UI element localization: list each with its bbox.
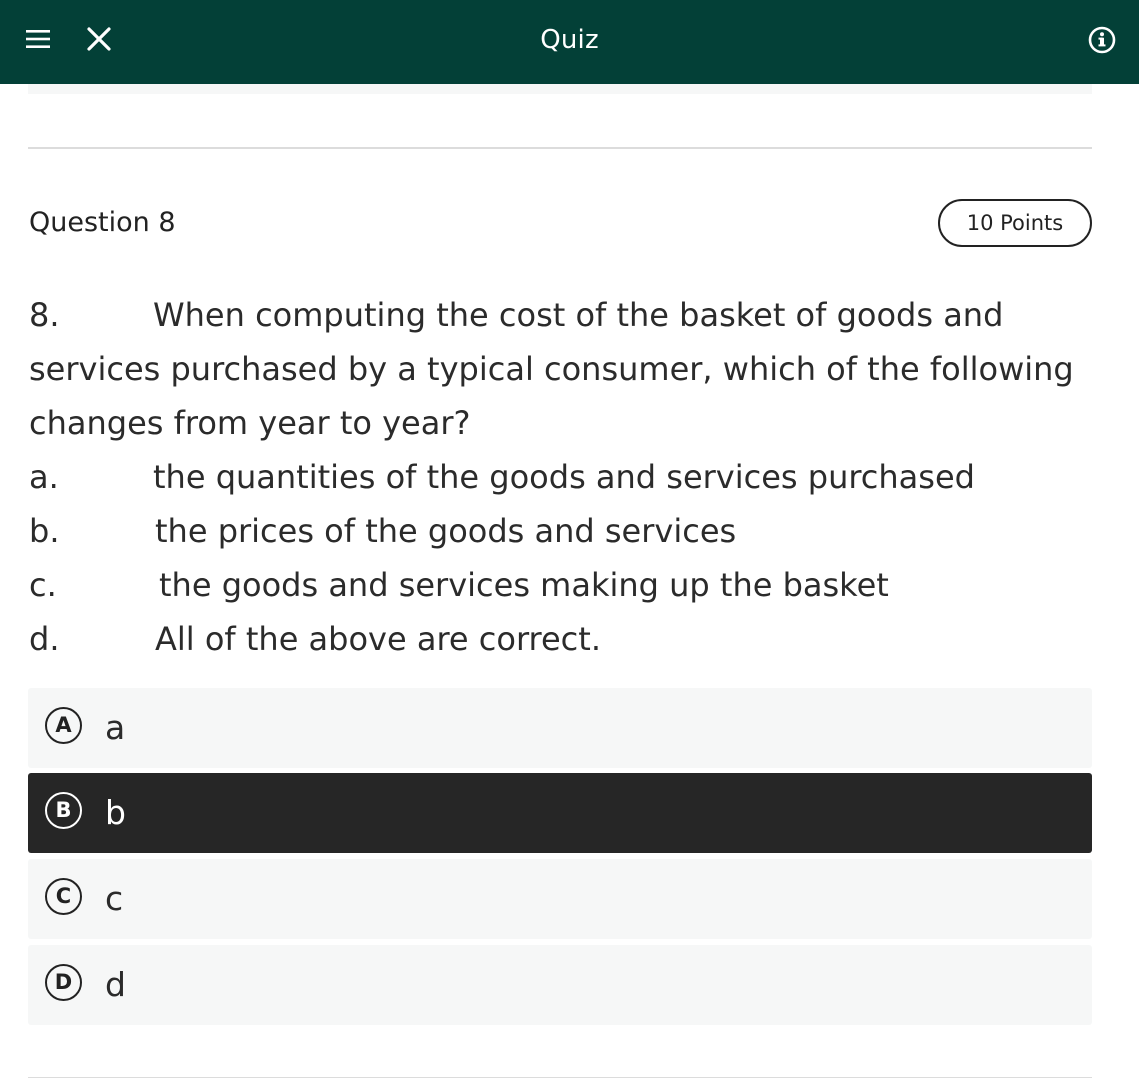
answer-choice-a[interactable]: A a bbox=[28, 688, 1092, 768]
answer-badge: B bbox=[45, 792, 82, 829]
app-title: Quiz bbox=[540, 25, 599, 55]
answer-label: c bbox=[105, 879, 124, 918]
option-letter: a. bbox=[29, 458, 59, 496]
top-app-bar: Quiz bbox=[0, 0, 1139, 84]
question-option-line: c. the goods and services making up the … bbox=[29, 558, 1099, 612]
question-stem-line: services purchased by a typical consumer… bbox=[29, 342, 1099, 396]
question-option-line: a. the quantities of the goods and servi… bbox=[29, 450, 1099, 504]
answer-choice-c[interactable]: C c bbox=[28, 859, 1092, 939]
question-title: Question 8 bbox=[29, 207, 176, 238]
answer-label: b bbox=[105, 793, 126, 832]
hamburger-menu-icon[interactable] bbox=[26, 27, 50, 51]
question-option-line: b. the prices of the goods and services bbox=[29, 504, 1099, 558]
info-icon[interactable] bbox=[1087, 25, 1117, 55]
option-text: All of the above are correct. bbox=[155, 620, 601, 658]
option-letter: b. bbox=[29, 512, 60, 550]
close-icon[interactable] bbox=[87, 27, 111, 51]
option-text: the prices of the goods and services bbox=[155, 512, 737, 550]
option-text: the goods and services making up the bas… bbox=[159, 566, 889, 604]
question-stem-text: changes from year to year? bbox=[29, 404, 471, 442]
question-number: 8. bbox=[29, 296, 60, 334]
answer-choice-d[interactable]: D d bbox=[28, 945, 1092, 1025]
answer-label: d bbox=[105, 965, 126, 1004]
points-badge: 10 Points bbox=[938, 199, 1092, 247]
section-divider bbox=[28, 147, 1092, 149]
section-divider bbox=[28, 1077, 1092, 1078]
option-text: the quantities of the goods and services… bbox=[153, 458, 975, 496]
answer-label: a bbox=[105, 708, 126, 747]
question-stem-text: services purchased by a typical consumer… bbox=[29, 350, 1074, 388]
option-letter: d. bbox=[29, 620, 60, 658]
answer-badge: C bbox=[45, 878, 82, 915]
answer-badge: D bbox=[45, 964, 82, 1001]
question-text: 8. When computing the cost of the basket… bbox=[29, 288, 1099, 666]
answer-choice-b[interactable]: B b bbox=[28, 773, 1092, 853]
option-letter: c. bbox=[29, 566, 57, 604]
question-option-line: d. All of the above are correct. bbox=[29, 612, 1099, 666]
question-stem-line: 8. When computing the cost of the basket… bbox=[29, 288, 1099, 342]
question-stem-line: changes from year to year? bbox=[29, 396, 1099, 450]
question-stem-text: When computing the cost of the basket of… bbox=[153, 296, 1004, 334]
previous-question-strip bbox=[28, 84, 1092, 94]
answer-badge: A bbox=[45, 707, 82, 744]
